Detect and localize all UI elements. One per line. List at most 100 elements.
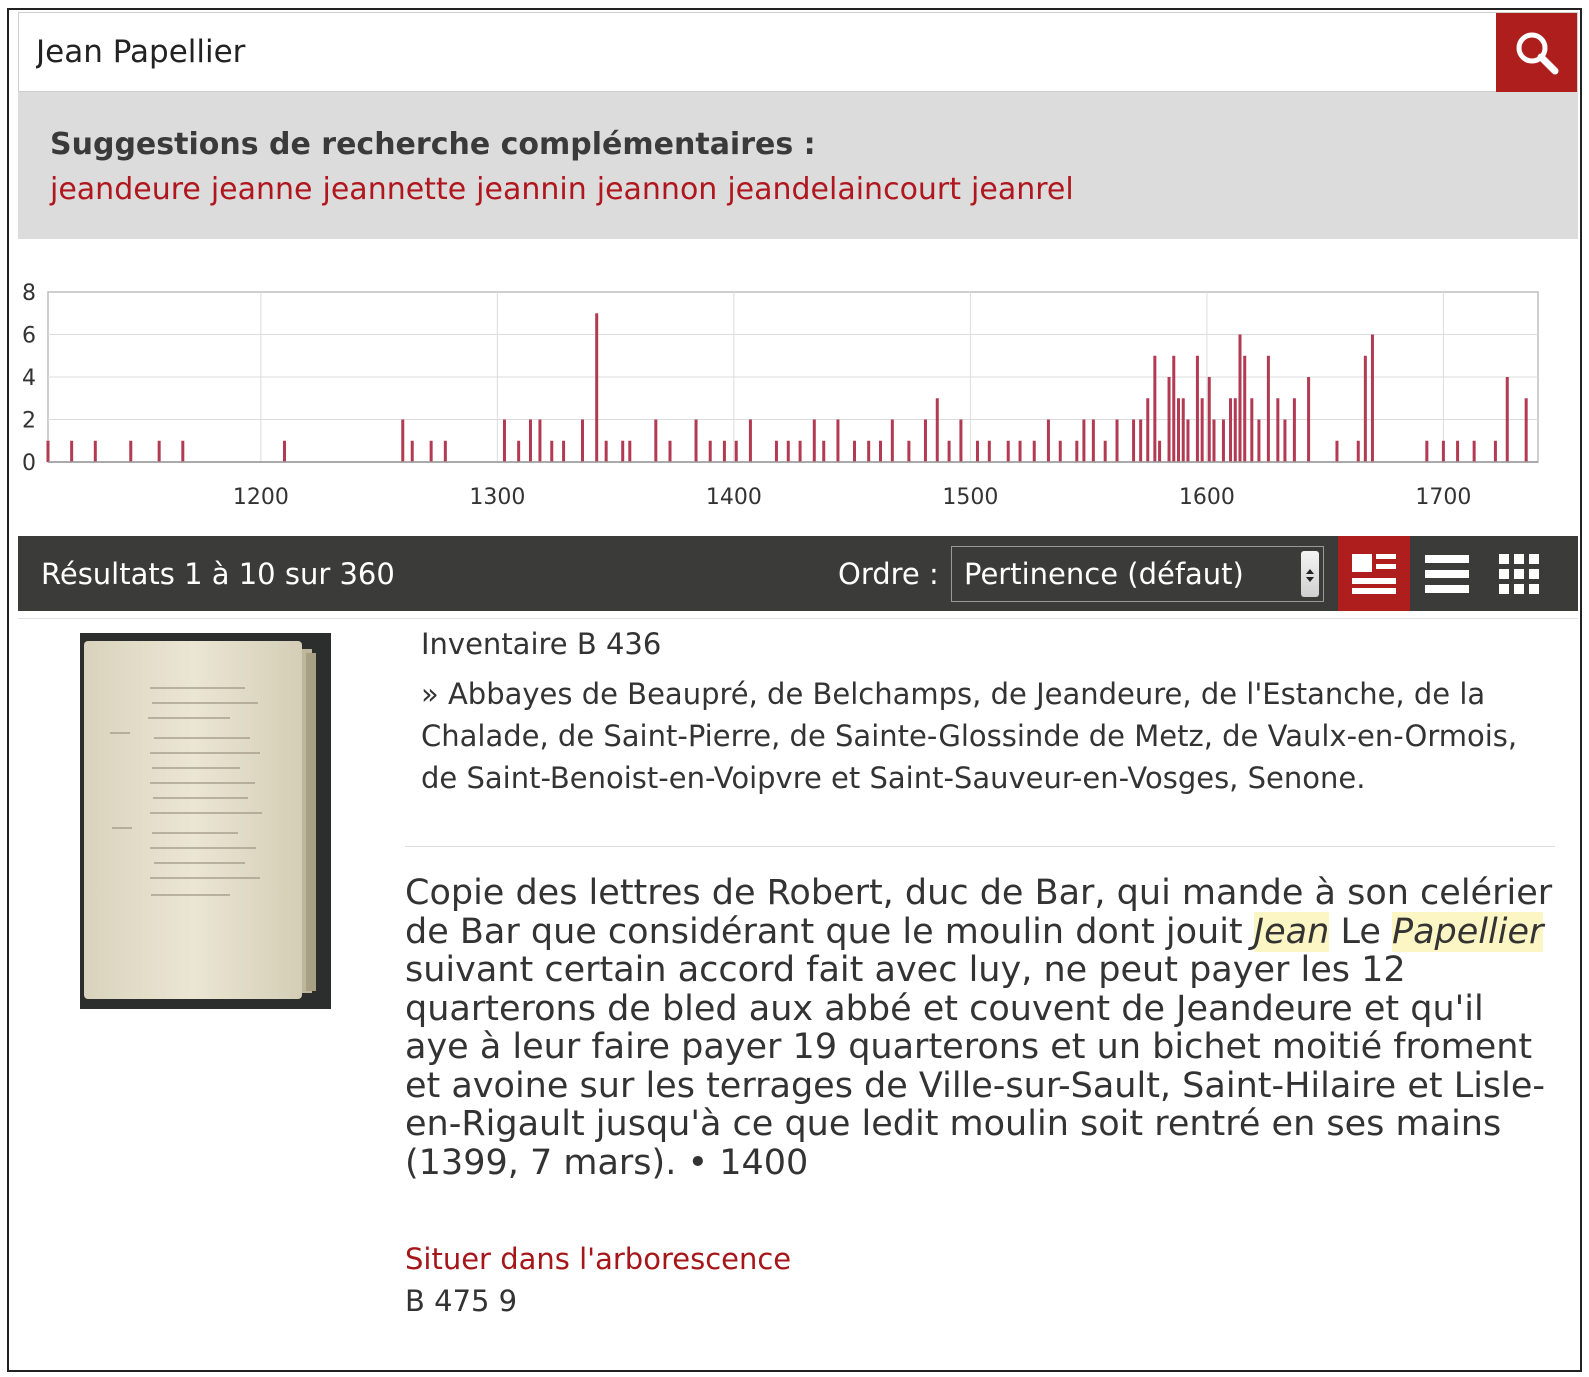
suggestion-link[interactable]: jeanrel xyxy=(971,172,1074,207)
histogram-bar xyxy=(1229,398,1233,462)
histogram-bar xyxy=(1307,377,1311,462)
histogram-bar xyxy=(443,440,447,462)
search-highlight: Papellier xyxy=(1392,911,1544,952)
histogram-bar xyxy=(1132,419,1136,462)
histogram-bar xyxy=(1103,440,1107,462)
histogram-bar xyxy=(517,440,521,462)
histogram-bar xyxy=(1472,440,1476,462)
histogram-bar xyxy=(947,440,951,462)
histogram-bar xyxy=(708,440,712,462)
results-toolbar: Résultats 1 à 10 sur 360 Ordre : Pertine… xyxy=(18,536,1578,611)
histogram-bar xyxy=(923,419,927,462)
histogram-bar xyxy=(1238,334,1242,462)
histogram-bar xyxy=(1335,440,1339,462)
histogram-bar xyxy=(410,440,414,462)
x-tick-label: 1400 xyxy=(706,485,762,510)
x-tick-label: 1500 xyxy=(942,485,998,510)
histogram-bar xyxy=(1058,440,1062,462)
suggestion-link[interactable]: jeanne xyxy=(211,172,313,207)
record-description: Copie des lettres de Robert, duc de Bar,… xyxy=(405,874,1555,1182)
histogram-bar xyxy=(1456,440,1460,462)
histogram-bar xyxy=(975,440,979,462)
suggestion-link[interactable]: jeannette xyxy=(323,172,467,207)
histogram-bar xyxy=(1276,398,1280,462)
detailed-view-icon xyxy=(1352,553,1396,594)
record-cote: B 475 9 xyxy=(405,1284,518,1318)
histogram-bar xyxy=(1153,355,1157,462)
histogram-bar xyxy=(93,440,97,462)
list-view-icon xyxy=(1425,554,1469,593)
histogram-bar xyxy=(1505,377,1509,462)
description-text: Copie des lettres de Robert, duc de Bar,… xyxy=(405,873,1553,952)
histogram-bar xyxy=(1212,419,1216,462)
histogram-bar xyxy=(668,440,672,462)
histogram-bar xyxy=(1186,419,1190,462)
histogram-bar xyxy=(1167,377,1171,462)
histogram-bar xyxy=(129,440,133,462)
view-list-button[interactable] xyxy=(1411,536,1483,611)
locate-in-tree-link[interactable]: Situer dans l'arborescence xyxy=(405,1242,791,1276)
histogram-bar xyxy=(836,419,840,462)
y-tick-label: 0 xyxy=(22,451,36,476)
histogram-bar xyxy=(1006,440,1010,462)
histogram-bar xyxy=(734,440,738,462)
search-bar xyxy=(18,12,1578,93)
suggestion-link[interactable]: jeandelaincourt xyxy=(727,172,961,207)
date-histogram-chart: 0 2 4 6 8 1200 1300 1400 1500 1600 1700 xyxy=(22,281,1539,510)
histogram-bar xyxy=(722,440,726,462)
document-thumbnail[interactable] xyxy=(80,633,331,1009)
histogram-bar xyxy=(1243,355,1247,462)
histogram-bar xyxy=(879,440,883,462)
suggestion-link[interactable]: jeannon xyxy=(597,172,718,207)
histogram-bar xyxy=(1146,398,1150,462)
x-tick-label: 1200 xyxy=(233,485,289,510)
histogram-bar xyxy=(867,440,871,462)
histogram-bar xyxy=(822,440,826,462)
order-label: Ordre : xyxy=(838,557,939,591)
histogram-bar xyxy=(907,440,911,462)
histogram-bar xyxy=(1441,440,1445,462)
search-button[interactable] xyxy=(1496,13,1577,93)
histogram-bar xyxy=(812,419,816,462)
histogram-bar xyxy=(1075,440,1079,462)
histogram-bar xyxy=(538,419,542,462)
histogram-bar xyxy=(1158,440,1162,462)
view-grid-button[interactable] xyxy=(1483,536,1555,611)
histogram-bar xyxy=(1091,419,1095,462)
view-detailed-button[interactable] xyxy=(1338,536,1410,611)
histogram-bar xyxy=(429,440,433,462)
histogram-bar xyxy=(70,440,74,462)
histogram-bar xyxy=(181,440,185,462)
suggestions-panel: Suggestions de recherche complémentaires… xyxy=(18,92,1578,239)
histogram-bar xyxy=(1115,419,1119,462)
histogram-bar xyxy=(774,440,778,462)
description-text: suivant certain accord fait avec luy, ne… xyxy=(405,950,1546,1183)
histogram-bar xyxy=(654,419,658,462)
order-select[interactable]: Pertinence (défaut) xyxy=(951,546,1324,602)
histogram-bar xyxy=(1032,440,1036,462)
histogram-bar xyxy=(550,440,554,462)
histogram-bar xyxy=(528,419,532,462)
suggestion-link[interactable]: jeandeure xyxy=(50,172,201,207)
histogram-bar xyxy=(748,419,752,462)
histogram-bar xyxy=(621,440,625,462)
description-text: Le xyxy=(1340,911,1381,952)
x-tick-label: 1600 xyxy=(1179,485,1235,510)
histogram-bar xyxy=(694,419,698,462)
histogram-bar xyxy=(1181,398,1185,462)
search-highlight: Jean xyxy=(1253,911,1330,952)
histogram-bar xyxy=(1018,440,1022,462)
search-input[interactable] xyxy=(19,13,1497,91)
suggestion-link[interactable]: jeannin xyxy=(476,172,587,207)
x-tick-label: 1700 xyxy=(1415,485,1471,510)
histogram-bar xyxy=(1493,440,1497,462)
y-tick-label: 8 xyxy=(22,281,36,306)
histogram-bar xyxy=(1370,334,1374,462)
divider xyxy=(18,618,1578,619)
grid-view-icon xyxy=(1499,553,1539,594)
search-icon xyxy=(1516,32,1558,75)
histogram-bar xyxy=(283,440,287,462)
histogram-bar xyxy=(959,419,963,462)
histogram-bar xyxy=(1266,355,1270,462)
histogram-bar xyxy=(1363,355,1367,462)
